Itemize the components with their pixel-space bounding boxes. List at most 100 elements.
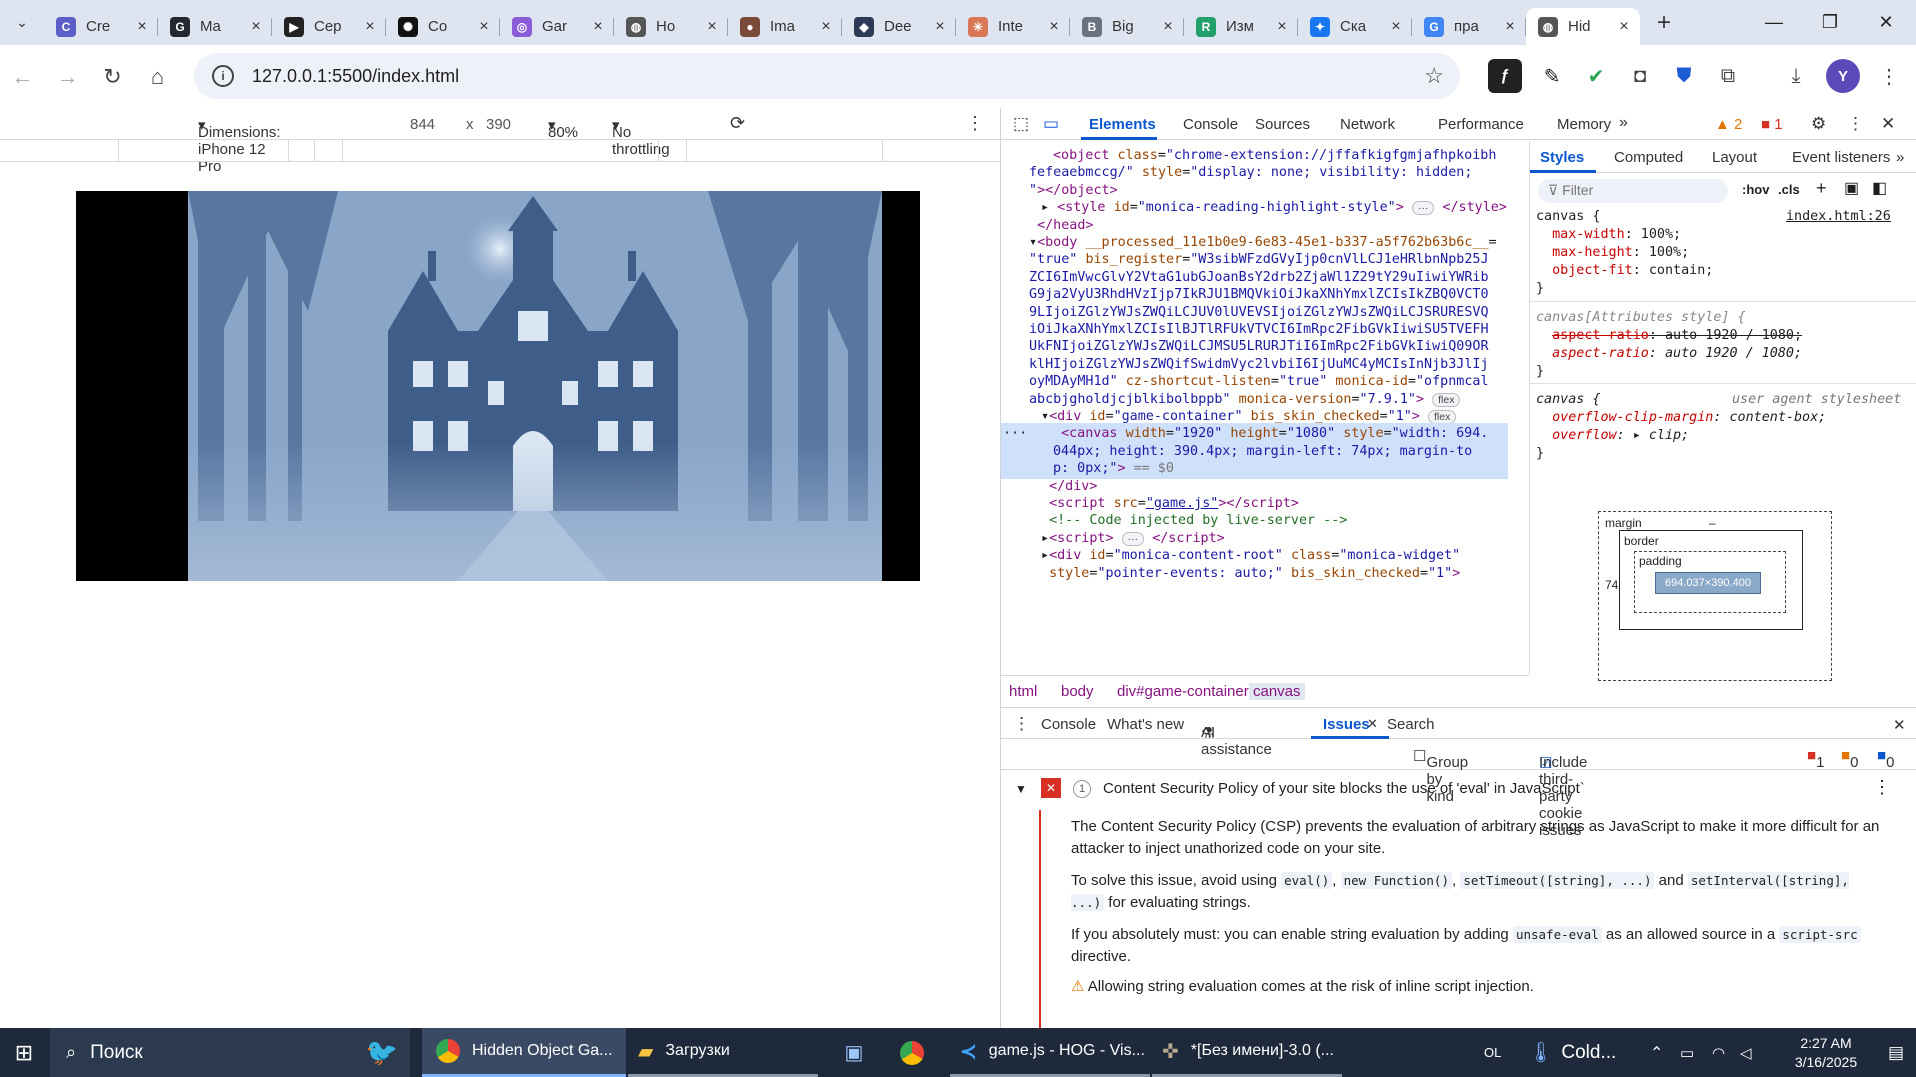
sidebar-toggle-icon[interactable]: ◧ [1872,178,1887,198]
extension-f-icon[interactable]: ƒ [1488,59,1522,93]
tab-event-listeners[interactable]: Event listeners [1792,149,1890,166]
browser-tab[interactable]: ◍ Ho × [614,8,728,45]
tab-search-button[interactable]: ⌄ [0,0,44,45]
hov-toggle[interactable]: :hov [1742,182,1769,197]
close-tab-icon[interactable]: × [704,18,720,36]
close-tab-icon[interactable]: × [1274,18,1290,36]
browser-tab[interactable]: ◆ Dee × [842,8,956,45]
group-by-kind-checkbox[interactable]: ☐ Group by kind [1413,747,1468,805]
close-tab-icon[interactable]: × [1502,18,1518,36]
game-canvas[interactable] [188,191,882,581]
clock[interactable]: 2:27 AM 3/16/2025 [1776,1028,1876,1077]
new-tab-button[interactable]: + [1644,0,1684,45]
close-tab-icon[interactable]: × [1046,18,1062,36]
dom-node-line[interactable]: style="pointer-events: auto;" bis_skin_c… [1001,563,1508,584]
paint-bucket-icon[interactable]: ▣ [1844,178,1859,198]
dom-tree[interactable]: <object class="chrome-extension://jffafk… [1001,141,1514,674]
inspect-element-icon[interactable]: ⬚ [1013,114,1029,134]
cls-toggle[interactable]: .cls [1778,182,1800,197]
devtools-menu-icon[interactable]: ⋮ [1847,114,1864,134]
tab-elements[interactable]: Elements [1089,116,1156,133]
forward-button[interactable]: → [45,57,90,97]
errors-badge[interactable]: ■ 1 [1761,116,1783,133]
browser-tab[interactable]: R Изм × [1184,8,1298,45]
warnings-badge[interactable]: ▲ 2 [1715,116,1742,133]
drawer-tab-console[interactable]: Console [1041,716,1096,733]
close-tab-icon[interactable]: × [818,18,834,36]
close-drawer-icon[interactable]: ✕ [1893,716,1906,734]
home-button[interactable]: ⌂ [135,57,180,97]
close-tab-icon[interactable]: × [1388,18,1404,36]
keyboard-layout[interactable]: OL [1484,1028,1501,1077]
browser-tab[interactable]: ● Ima × [728,8,842,45]
device-menu-icon[interactable]: ⋮ [966,113,984,134]
close-tab-icon[interactable]: × [476,18,492,36]
reload-button[interactable]: ↻ [90,57,135,97]
monitor-icon[interactable]: ▣ [832,1028,876,1077]
bookmark-star-icon[interactable]: ☆ [1424,63,1444,89]
volume-icon[interactable]: ◁ [1740,1028,1752,1077]
browser-tab[interactable]: ✺ Co × [386,8,500,45]
tab-styles[interactable]: Styles [1540,149,1584,166]
weather-widget[interactable]: 🌡 Cold... [1528,1028,1616,1077]
extension-robot-icon[interactable]: ◘ [1623,59,1657,93]
tray-chevron-icon[interactable]: ⌃ [1650,1028,1663,1077]
battery-icon[interactable]: ▭ [1680,1028,1694,1077]
browser-tab[interactable]: G Ma × [158,8,272,45]
styles-filter-input[interactable]: ⊽ Filter [1538,179,1728,203]
device-toggle-icon[interactable]: ▭ [1043,114,1059,134]
tab-sources[interactable]: Sources [1255,116,1310,133]
tab-console[interactable]: Console [1183,116,1238,133]
close-tab-icon[interactable]: × [248,18,264,36]
taskbar-search[interactable]: ⌕ Поиск 🐦 [50,1028,410,1077]
close-tab-icon[interactable]: × [1160,18,1176,36]
add-rule-icon[interactable]: + [1816,178,1827,199]
back-button[interactable]: ← [0,57,45,97]
taskbar-app-explorer[interactable]: ▰ Загрузки [628,1028,818,1077]
drawer-tab-whats-new[interactable]: What's new [1107,716,1184,733]
browser-menu-icon[interactable]: ⋮ [1872,59,1906,93]
more-tabs-icon[interactable]: » [1619,114,1628,132]
address-bar[interactable]: i 127.0.0.1:5500/index.html ☆ [194,53,1460,99]
throttling-select[interactable]: No throttling ▾ [612,116,670,158]
browser-tab[interactable]: ✦ Ска × [1298,8,1412,45]
extension-shield-icon[interactable]: ⛊ [1667,59,1701,93]
close-window-button[interactable]: ✕ [1858,0,1914,45]
device-select[interactable]: Dimensions: iPhone 12 Pro ▾ [198,116,281,175]
profile-avatar[interactable]: Y [1826,59,1860,93]
height-input[interactable]: 390 [486,116,511,133]
drawer-tab-issues[interactable]: Issues [1323,716,1370,733]
close-devtools-icon[interactable]: ✕ [1881,114,1895,134]
close-tab-icon[interactable]: × [134,18,150,36]
minimize-button[interactable]: — [1746,0,1802,45]
windows-start-icon[interactable]: ⊞ [0,1028,48,1077]
settings-gear-icon[interactable]: ⚙ [1811,114,1826,134]
breadcrumb-body[interactable]: body [1061,683,1094,700]
breadcrumb-canvas[interactable]: canvas [1249,683,1305,700]
browser-tab[interactable]: C Cre × [44,8,158,45]
rule-source-link[interactable]: index.html:26 [1786,208,1891,226]
node-actions-icon[interactable]: ··· [1003,423,1027,444]
browser-tab[interactable]: ▶ Сер × [272,8,386,45]
drawer-menu-icon[interactable]: ⋮ [1013,714,1030,734]
breadcrumb-html[interactable]: html [1009,683,1037,700]
maximize-button[interactable]: ❐ [1802,0,1858,45]
browser-tab[interactable]: ✳ Inte × [956,8,1070,45]
tab-memory[interactable]: Memory [1557,116,1611,133]
close-tab-icon[interactable]: × [590,18,606,36]
tab-network[interactable]: Network [1340,116,1395,133]
taskbar-app-chrome-2[interactable] [890,1028,934,1077]
taskbar-app-chrome[interactable]: Hidden Object Ga... [422,1028,626,1077]
close-tab-icon[interactable]: × [932,18,948,36]
notifications-icon[interactable]: ▤ [1876,1028,1916,1077]
extensions-puzzle-icon[interactable]: ⧉ [1711,59,1745,93]
browser-tab[interactable]: ◎ Gar × [500,8,614,45]
width-input[interactable]: 844 [410,116,435,133]
taskbar-app-gimp[interactable]: ✜ *[Без имени]-3.0 (... [1152,1028,1342,1077]
taskbar-app-vscode[interactable]: ≺ game.js - HOG - Vis... [950,1028,1150,1077]
tab-computed[interactable]: Computed [1614,149,1683,166]
rotate-icon[interactable]: ⟳ [730,113,745,134]
issue-menu-icon[interactable]: ⋮ [1873,776,1891,798]
zoom-select[interactable]: 80% ▾ [548,116,578,141]
more-subtabs-icon[interactable]: » [1896,149,1904,166]
